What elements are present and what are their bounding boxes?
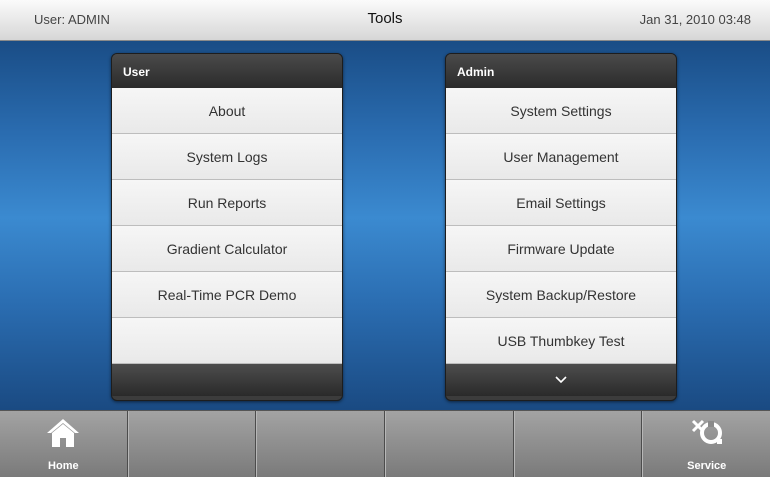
chevron-down-icon xyxy=(555,376,567,384)
service-label: Service xyxy=(687,460,727,472)
nav-slot-4 xyxy=(385,411,514,477)
admin-panel: Admin System Settings User Management Em… xyxy=(445,53,677,401)
nav-slot-5 xyxy=(513,411,643,477)
service-icon xyxy=(691,419,722,444)
menu-item-about[interactable]: About xyxy=(112,88,342,134)
top-bar: User: ADMIN Tools Jan 31, 2010 03:48 xyxy=(0,0,770,41)
service-button[interactable]: Service xyxy=(642,411,770,477)
bottom-nav: Home Service xyxy=(0,410,770,477)
menu-item-real-time-pcr-demo[interactable]: Real-Time PCR Demo xyxy=(112,272,342,318)
menu-item-empty xyxy=(112,318,342,364)
menu-item-usb-thumbkey-test[interactable]: USB Thumbkey Test xyxy=(446,318,676,364)
menu-item-system-backup-restore[interactable]: System Backup/Restore xyxy=(446,272,676,318)
admin-menu: System Settings User Management Email Se… xyxy=(446,88,676,364)
admin-scroll-down-button[interactable] xyxy=(446,364,676,396)
menu-item-firmware-update[interactable]: Firmware Update xyxy=(446,226,676,272)
user-panel-footer xyxy=(112,364,342,396)
datetime: Jan 31, 2010 03:48 xyxy=(639,12,751,27)
user-panel: User About System Logs Run Reports Gradi… xyxy=(111,53,343,401)
menu-item-email-settings[interactable]: Email Settings xyxy=(446,180,676,226)
menu-item-system-logs[interactable]: System Logs xyxy=(112,134,342,180)
user-panel-title: User xyxy=(112,54,342,88)
home-icon xyxy=(47,419,80,447)
nav-slot-3 xyxy=(256,411,386,477)
menu-item-gradient-calculator[interactable]: Gradient Calculator xyxy=(112,226,342,272)
user-menu: About System Logs Run Reports Gradient C… xyxy=(112,88,342,364)
home-button[interactable]: Home xyxy=(0,411,128,477)
menu-item-system-settings[interactable]: System Settings xyxy=(446,88,676,134)
admin-panel-title: Admin xyxy=(446,54,676,88)
menu-item-run-reports[interactable]: Run Reports xyxy=(112,180,342,226)
menu-item-user-management[interactable]: User Management xyxy=(446,134,676,180)
nav-slot-2 xyxy=(127,411,257,477)
home-label: Home xyxy=(48,460,79,472)
